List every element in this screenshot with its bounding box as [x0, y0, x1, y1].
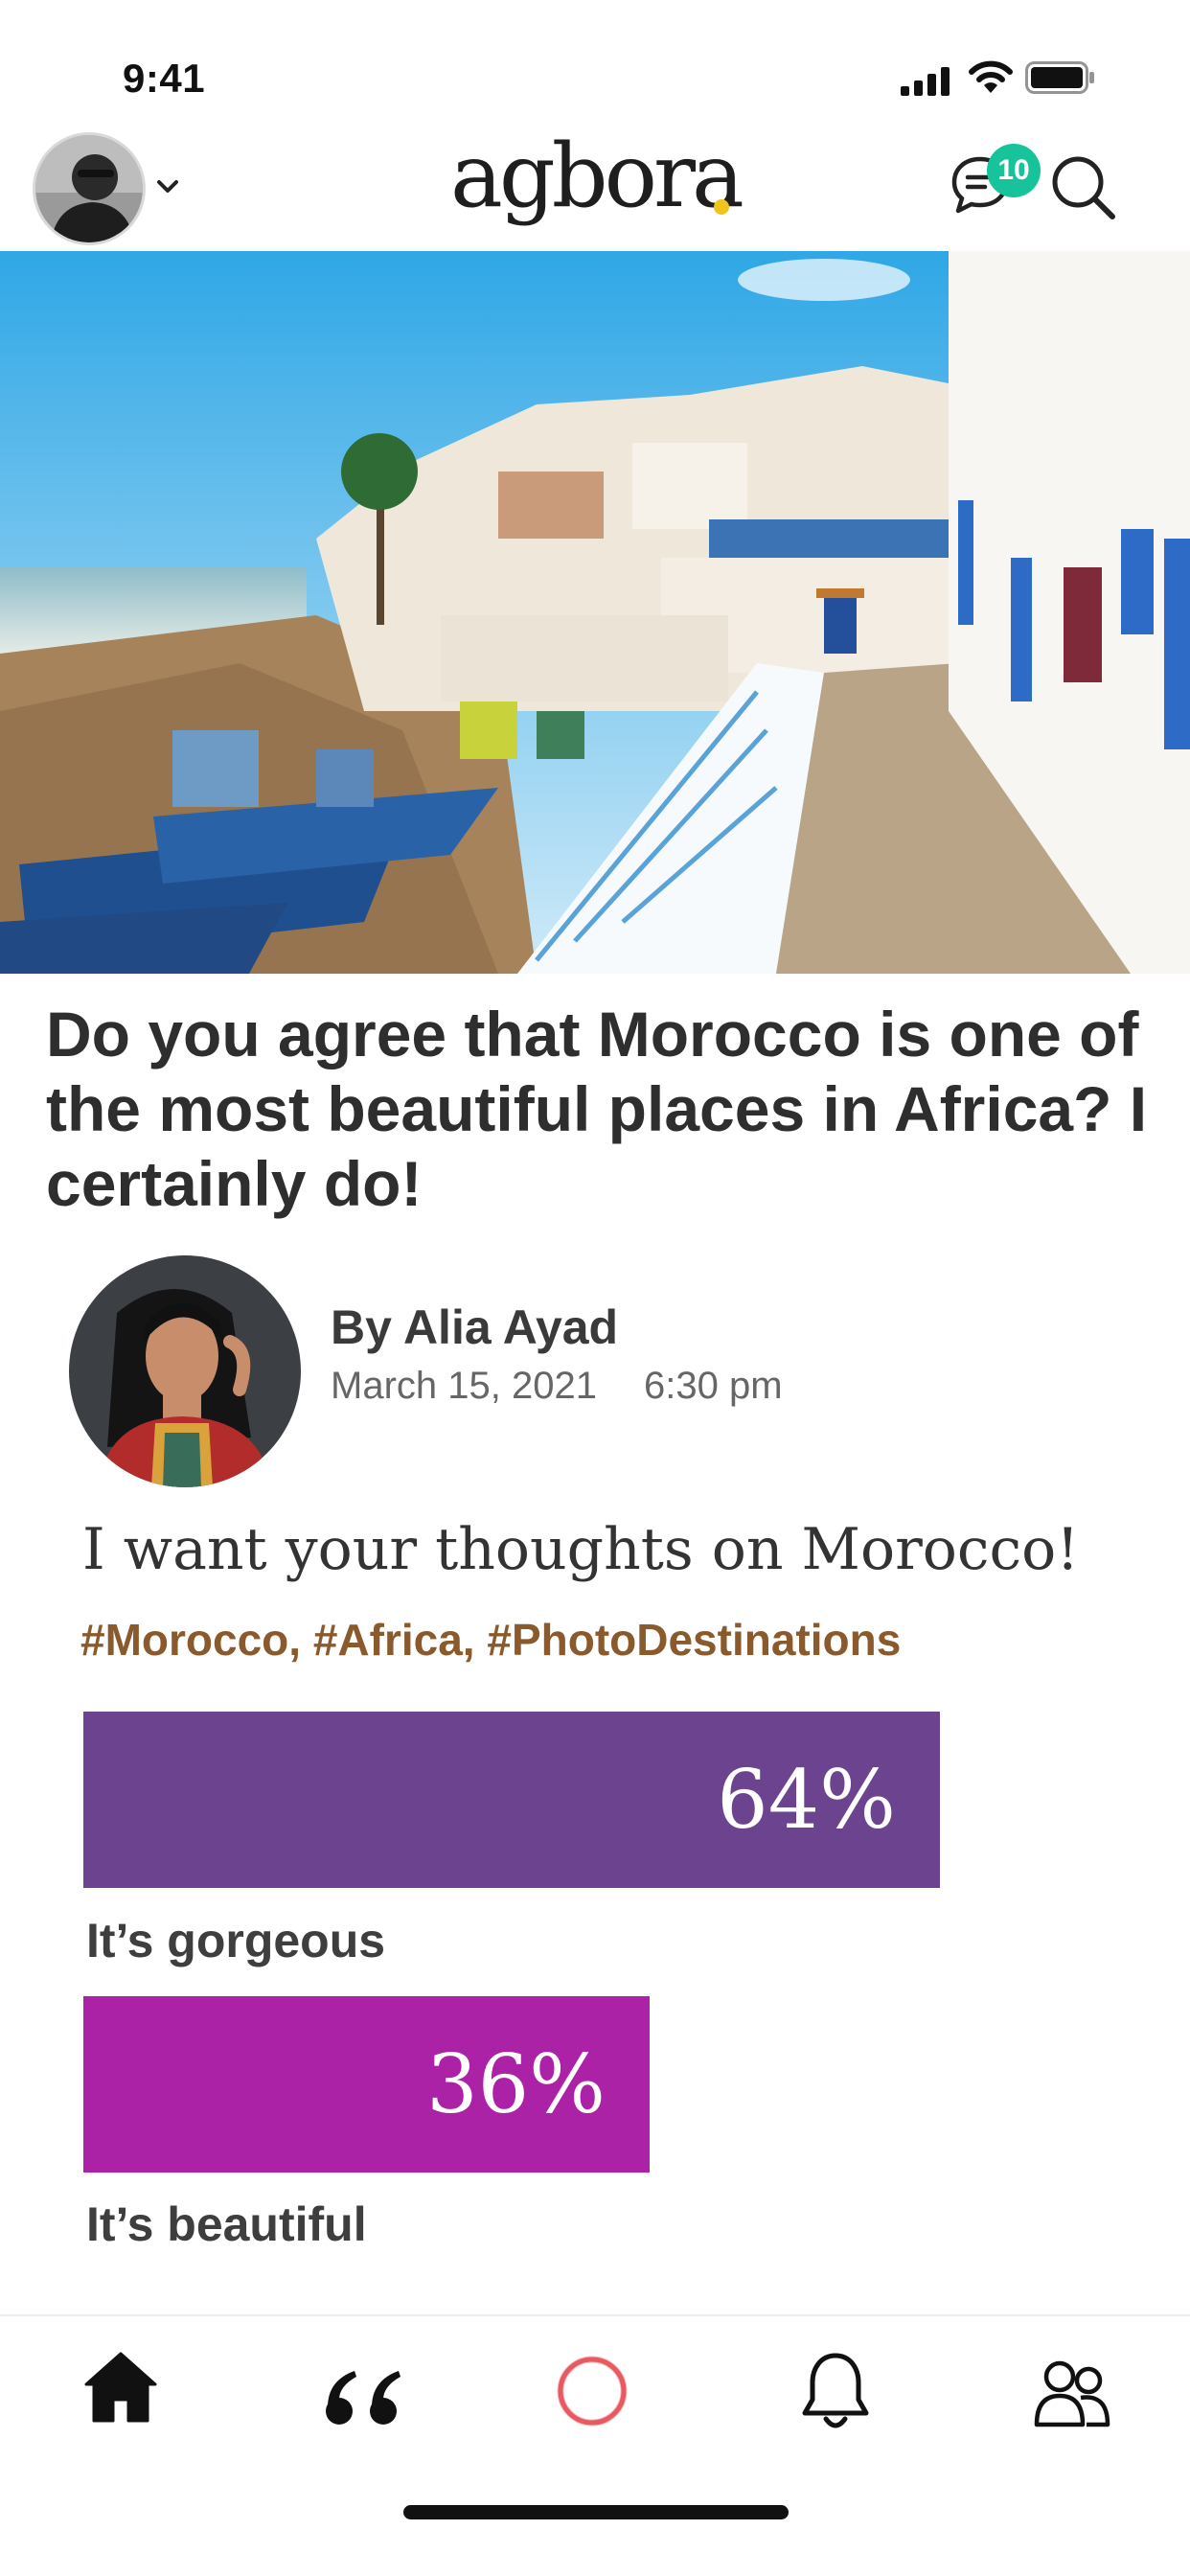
post-date: March 15, 2021	[331, 1365, 597, 1407]
post-body-text: I want your thoughts on Morocco!	[82, 1516, 1080, 1583]
nav-divider	[0, 2314, 1190, 2316]
poll-option-bar[interactable]: 64%	[83, 1712, 940, 1888]
post-headline: Do you agree that Morocco is one of the …	[46, 999, 1148, 1219]
people-icon[interactable]	[1033, 2358, 1111, 2430]
quote-icon[interactable]	[322, 2367, 408, 2428]
record-icon[interactable]	[554, 2353, 630, 2429]
poll-option-label: It’s gorgeous	[86, 1914, 386, 1967]
status-time: 9:41	[123, 56, 206, 101]
logo-dot	[714, 199, 729, 215]
profile-avatar-button[interactable]	[33, 132, 146, 245]
post-time: 6:30 pm	[644, 1365, 783, 1407]
app-logo: agbora	[450, 125, 744, 227]
poll-option-label: It’s beautiful	[86, 2197, 367, 2251]
author-avatar[interactable]	[69, 1255, 301, 1487]
post-image	[0, 251, 1190, 974]
profile-avatar	[35, 135, 143, 242]
search-icon[interactable]	[1049, 153, 1118, 222]
author-name[interactable]: By Alia Ayad	[331, 1300, 618, 1355]
wifi-icon	[969, 60, 1013, 93]
home-icon[interactable]	[82, 2348, 159, 2425]
bell-icon[interactable]	[799, 2350, 872, 2432]
signal-icon	[901, 67, 950, 96]
home-indicator	[403, 2505, 789, 2519]
message-count-badge: 10	[987, 144, 1041, 197]
chevron-down-icon[interactable]	[155, 178, 180, 196]
post-hashtags[interactable]: #Morocco, #Africa, #PhotoDestinations	[80, 1614, 901, 1666]
poll-option-bar[interactable]: 36%	[83, 1996, 650, 2173]
battery-icon	[1025, 61, 1094, 94]
